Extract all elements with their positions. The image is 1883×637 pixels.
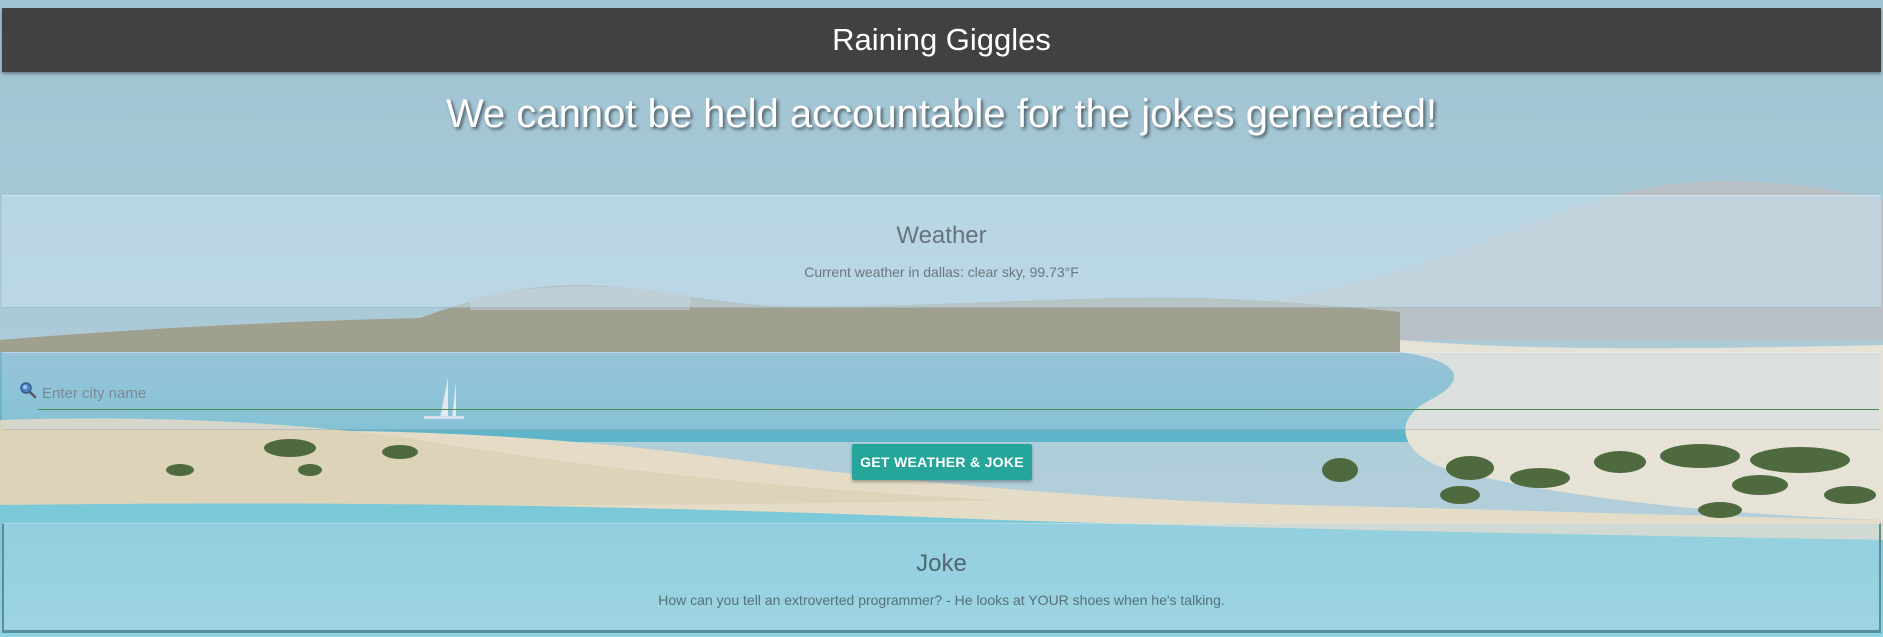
weather-heading: Weather: [896, 222, 987, 249]
joke-heading: Joke: [916, 550, 967, 577]
search-row: [16, 377, 1879, 411]
weather-card: Weather Current weather in dallas: clear…: [2, 195, 1881, 308]
page-tagline: We cannot be held accountable for the jo…: [445, 92, 1438, 136]
app-title: Raining Giggles: [832, 22, 1051, 57]
search-icon: [18, 381, 38, 401]
get-weather-joke-button[interactable]: GET WEATHER & JOKE: [852, 444, 1032, 480]
joke-card: Joke How can you tell an extroverted pro…: [2, 523, 1881, 633]
city-name-input[interactable]: [38, 377, 1879, 410]
city-search-bar: [2, 352, 1881, 430]
app-header: Raining Giggles: [2, 8, 1881, 72]
joke-text: How can you tell an extroverted programm…: [658, 592, 1225, 608]
weather-description: Current weather in dallas: clear sky, 99…: [804, 264, 1079, 280]
